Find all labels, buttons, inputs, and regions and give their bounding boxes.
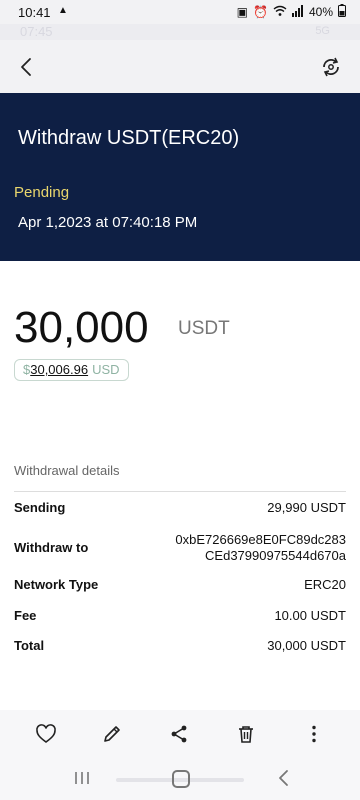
transaction-date: Apr 1,2023 at 07:40:18 PM xyxy=(18,214,198,231)
transaction-header: Withdraw USDT(ERC20) Pending Apr 1,2023 … xyxy=(0,93,360,261)
detail-label: Sending xyxy=(14,500,66,515)
detail-label: Fee xyxy=(14,608,37,623)
detail-row-network-type: Network Type ERC20 xyxy=(14,577,346,595)
recent-apps-icon[interactable] xyxy=(72,770,92,786)
bottom-toolbar xyxy=(0,710,360,758)
details-divider xyxy=(14,491,346,492)
app-bar xyxy=(0,40,360,93)
transaction-status: Pending xyxy=(14,184,70,201)
transaction-amount: 30,000 xyxy=(14,303,149,352)
nav-back-icon[interactable] xyxy=(274,768,294,788)
status-time: 10:41 xyxy=(18,5,51,20)
alarm-icon: ⏰ xyxy=(253,5,268,19)
back-arrow-icon[interactable] xyxy=(12,52,42,82)
usd-value: 30,006.96 xyxy=(30,362,89,377)
amount-unit: USDT xyxy=(178,318,230,339)
notification-icon: ▲ xyxy=(58,5,68,16)
detail-value: ERC20 xyxy=(304,577,346,592)
detail-row-sending: Sending 29,990 USDT xyxy=(14,500,346,518)
pencil-icon[interactable] xyxy=(100,722,124,746)
detail-value: 29,990 USDT xyxy=(267,500,346,515)
detail-row-withdraw-to: Withdraw to 0xbE726669e8E0FC89dc283 CEd3… xyxy=(14,532,346,568)
sync-icon[interactable] xyxy=(316,52,346,82)
details-title: Withdrawal details xyxy=(14,463,120,478)
detail-row-fee: Fee 10.00 USDT xyxy=(14,608,346,626)
signal-icon xyxy=(291,4,304,20)
address-line-1: 0xbE726669e8E0FC89dc283 xyxy=(175,532,346,547)
detail-row-total: Total 30,000 USDT xyxy=(14,638,346,656)
transaction-title: Withdraw USDT(ERC20) xyxy=(18,127,240,149)
ghost-time: 07:45 xyxy=(20,24,53,39)
lock-icon: ▣ xyxy=(236,5,249,19)
status-icons: ▣ ⏰ 40% xyxy=(237,4,346,20)
detail-label: Withdraw to xyxy=(14,540,89,555)
home-icon[interactable] xyxy=(172,770,190,788)
usd-value-chip[interactable]: $30,006.96 USD xyxy=(14,359,129,381)
battery-icon xyxy=(338,4,346,20)
system-nav-bar xyxy=(0,758,360,800)
status-bar: 10:41 ▲ ▣ ⏰ 40% xyxy=(0,0,360,24)
wifi-icon xyxy=(273,5,287,20)
ghost-status-strip: 07:45 5G xyxy=(0,24,360,40)
ghost-network: 5G xyxy=(315,25,330,37)
withdraw-address[interactable]: 0xbE726669e8E0FC89dc283 CEd37990975544d6… xyxy=(175,532,346,564)
share-icon[interactable] xyxy=(167,722,191,746)
usd-currency: USD xyxy=(92,362,120,377)
detail-label: Network Type xyxy=(14,577,99,592)
detail-value: 10.00 USDT xyxy=(274,608,346,623)
heart-icon[interactable] xyxy=(34,722,58,746)
battery-percent: 40% xyxy=(308,5,333,19)
trash-icon[interactable] xyxy=(234,722,258,746)
more-vertical-icon[interactable] xyxy=(302,722,326,746)
address-line-2: CEd37990975544d670a xyxy=(205,548,346,563)
detail-value: 30,000 USDT xyxy=(267,638,346,653)
detail-label: Total xyxy=(14,638,45,653)
